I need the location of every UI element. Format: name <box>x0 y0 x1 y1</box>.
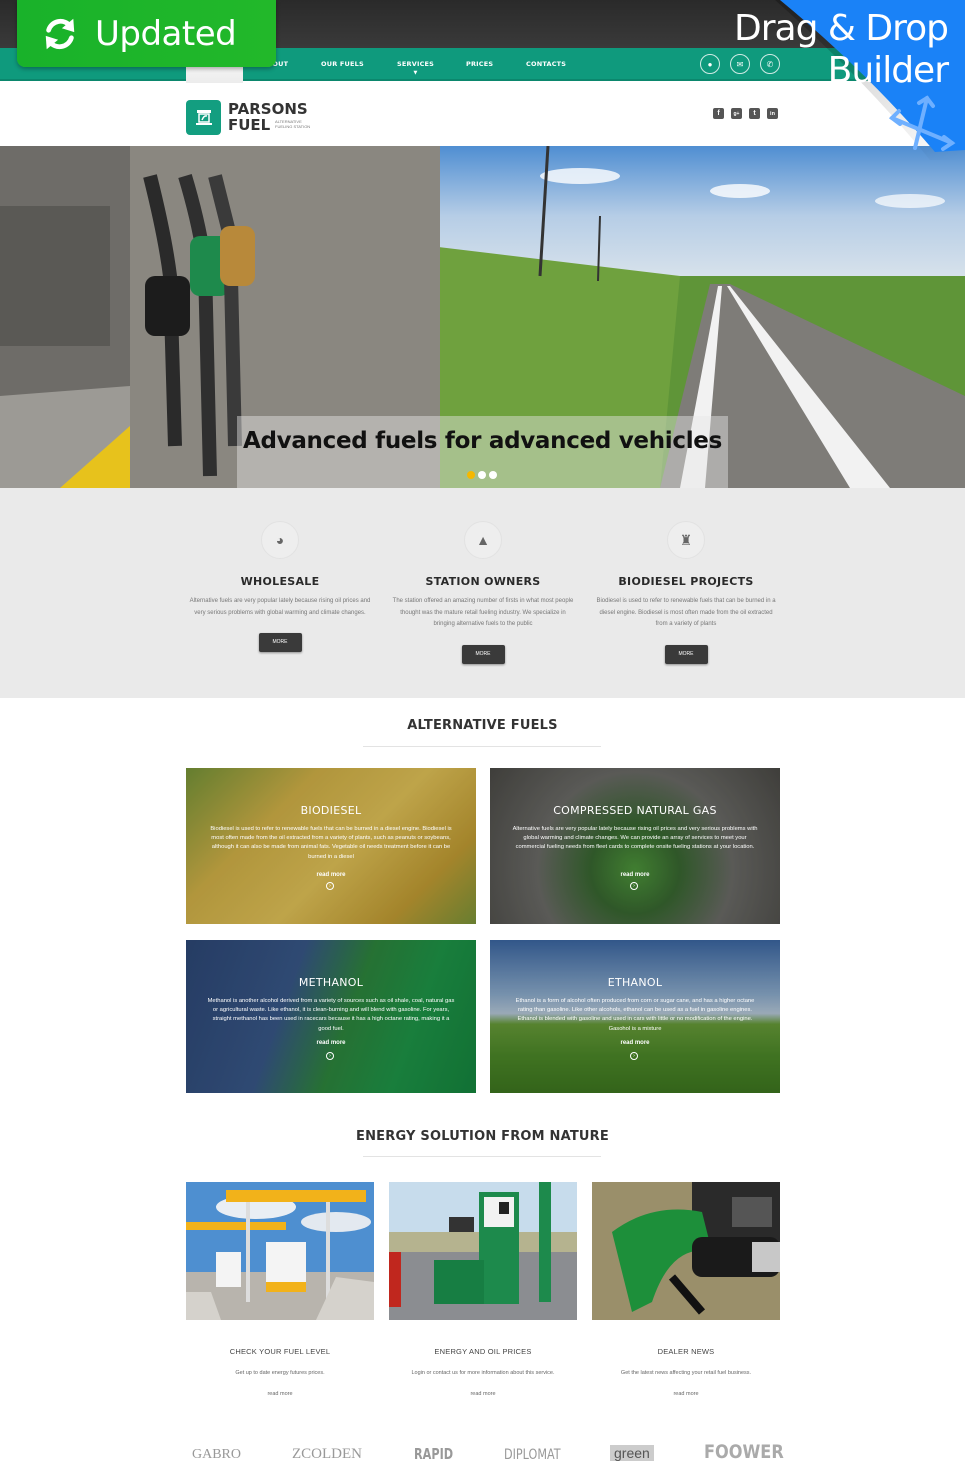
nav-item-our-fuels[interactable]: OUR FUELS <box>321 60 364 68</box>
globe-icon: ◕ <box>261 521 299 559</box>
nav-item-services[interactable]: SERVICES ▼ <box>397 60 435 76</box>
hero-caption: Advanced fuels for advanced vehicles <box>242 428 722 454</box>
brand-logo[interactable]: FOOWER <box>704 1441 784 1461</box>
fuel-nozzle-image[interactable] <box>592 1182 780 1320</box>
tile-text: Methanol is another alcohol derived from… <box>207 998 455 1032</box>
energy-card-dealer-news: DEALER NEWS Get the latest news affectin… <box>592 1182 780 1397</box>
energy-title: ENERGY SOLUTION FROM NATURE <box>356 1129 609 1144</box>
card-text: Get the latest news affecting your retai… <box>620 1370 752 1376</box>
tile-text: Alternative fuels are very popular latel… <box>512 826 758 851</box>
fuel-tile-ethanol[interactable]: ETHANOL Ethanol is a form of alcohol oft… <box>490 940 780 1093</box>
service-biodiesel-projects: ♜ BIODIESEL PROJECTS Biodiesel is used t… <box>591 488 781 664</box>
tile-title: METHANOL <box>298 976 364 989</box>
card-title: DEALER NEWS <box>657 1347 715 1356</box>
read-more-link[interactable]: read more <box>186 1391 374 1397</box>
card-title: CHECK YOUR FUEL LEVEL <box>229 1347 331 1356</box>
arrow-circle-icon[interactable]: › <box>630 882 638 890</box>
card-text: Get up to date energy futures prices. <box>235 1370 325 1376</box>
brand-logo[interactable]: DIPLOMAT <box>504 1447 561 1461</box>
read-more-link[interactable]: read more <box>490 872 780 878</box>
station-icon: ▲ <box>464 521 502 559</box>
brand-logo[interactable]: ZCOLDEN <box>292 1446 362 1461</box>
hero-slider[interactable]: Advanced fuels for advanced vehicles <box>0 146 965 488</box>
arrow-circle-icon[interactable]: › <box>326 882 334 890</box>
tile-text: Biodiesel is used to refer to renewable … <box>210 826 452 860</box>
ribbon-line-2: Builder <box>827 50 949 91</box>
brand-logo[interactable]: RAPID <box>414 1445 453 1461</box>
alt-fuels-title: ALTERNATIVE FUELS <box>407 718 558 733</box>
fuel-tile-cng[interactable]: COMPRESSED NATURAL GAS Alternative fuels… <box>490 768 780 924</box>
partner-logos: GABRO ZCOLDEN RAPID DIPLOMAT green FOOWE… <box>186 1440 784 1461</box>
service-title: STATION OWNERS <box>425 575 541 588</box>
section-divider <box>363 746 601 747</box>
move-arrows-icon <box>888 95 956 151</box>
slider-dots <box>467 471 497 479</box>
brand-logo[interactable]: GABRO <box>192 1447 241 1461</box>
service-wholesale: ◕ WHOLESALE Alternative fuels are very p… <box>185 488 375 652</box>
more-button[interactable]: MORE <box>664 644 708 664</box>
service-text: The station offered an amazing number of… <box>392 598 574 627</box>
nav-item-prices[interactable]: PRICES <box>466 60 493 68</box>
read-more-link[interactable]: read more <box>389 1391 577 1397</box>
nav-item-contacts[interactable]: CONTACTS <box>526 60 566 68</box>
ribbon-line-1: Drag & Drop <box>734 8 949 49</box>
service-station-owners: ▲ STATION OWNERS The station offered an … <box>388 488 578 664</box>
caret-down-icon: ▼ <box>413 70 418 76</box>
service-title: BIODIESEL PROJECTS <box>618 575 754 588</box>
logo-text-fuel: FUEL <box>228 116 271 134</box>
section-divider <box>363 1156 601 1157</box>
arrow-circle-icon[interactable]: › <box>630 1052 638 1060</box>
card-title: ENERGY AND OIL PRICES <box>434 1347 532 1356</box>
service-text: Alternative fuels are very popular latel… <box>189 598 371 616</box>
drag-drop-ribbon: Drag & Drop Builder <box>565 0 965 160</box>
sync-icon <box>45 18 75 49</box>
more-button[interactable]: MORE <box>461 644 505 664</box>
fuel-pump-image[interactable] <box>389 1182 577 1320</box>
logo-tagline-2: FUELING STATION <box>275 124 311 129</box>
read-more-link[interactable]: read more <box>490 1040 780 1046</box>
services-section: ◕ WHOLESALE Alternative fuels are very p… <box>0 488 965 698</box>
nav-item-services-label: SERVICES <box>397 60 435 68</box>
read-more-link[interactable]: read more <box>186 1040 476 1046</box>
updated-label: Updated <box>95 13 237 54</box>
logo-icon[interactable] <box>186 100 221 135</box>
slider-dot-1[interactable] <box>467 471 475 479</box>
fuel-tile-methanol[interactable]: METHANOL Methanol is another alcohol der… <box>186 940 476 1093</box>
brand-logo[interactable]: green <box>610 1445 654 1461</box>
tile-text: Ethanol is a form of alcohol often produ… <box>515 998 755 1032</box>
updated-badge: Updated <box>17 0 276 67</box>
fuel-tile-biodiesel[interactable]: BIODIESEL Biodiesel is used to refer to … <box>186 768 476 924</box>
tile-title: ETHANOL <box>607 976 663 989</box>
logo-tagline: ALTERNATIVE FUELING STATION <box>275 119 325 129</box>
card-text: Login or contact us for more information… <box>411 1370 555 1376</box>
tile-title: COMPRESSED NATURAL GAS <box>553 804 717 817</box>
read-more-link[interactable]: read more <box>186 872 476 878</box>
energy-card-fuel-level: CHECK YOUR FUEL LEVEL Get up to date ene… <box>186 1182 374 1397</box>
more-button[interactable]: MORE <box>258 633 302 652</box>
energy-card-oil-prices: ENERGY AND OIL PRICES Login or contact u… <box>389 1182 577 1397</box>
gas-station-image[interactable] <box>186 1182 374 1320</box>
arrow-circle-icon[interactable]: › <box>326 1052 334 1060</box>
slider-dot-2[interactable] <box>478 471 486 479</box>
pump-icon: ♜ <box>667 521 705 559</box>
service-title: WHOLESALE <box>240 575 320 588</box>
service-text: Biodiesel is used to refer to renewable … <box>596 598 776 627</box>
slider-dot-3[interactable] <box>489 471 497 479</box>
read-more-link[interactable]: read more <box>592 1391 780 1397</box>
tile-title: BIODIESEL <box>300 804 362 817</box>
